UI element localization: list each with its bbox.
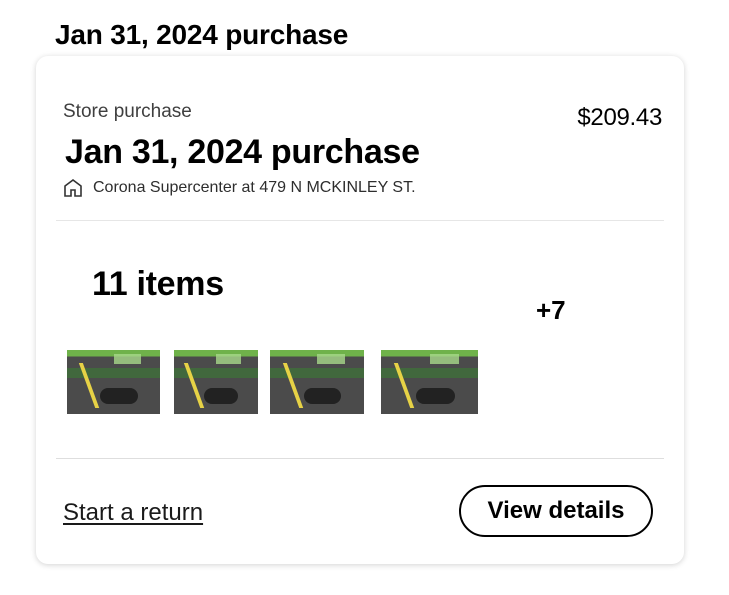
product-thumbnail[interactable] — [270, 350, 364, 414]
order-title: Jan 31, 2024 purchase — [65, 133, 420, 171]
order-total: $209.43 — [577, 104, 662, 131]
purchase-card: Store purchase $209.43 Jan 31, 2024 purc… — [36, 56, 684, 564]
start-return-link[interactable]: Start a return — [63, 498, 203, 528]
items-count: 11 items — [92, 265, 224, 303]
store-icon — [63, 178, 83, 198]
store-name: Corona Supercenter at 479 N MCKINLEY ST. — [93, 179, 416, 196]
divider — [56, 220, 664, 221]
store-location: Corona Supercenter at 479 N MCKINLEY ST. — [63, 178, 416, 198]
product-thumbnail[interactable] — [381, 350, 478, 414]
purchase-type-label: Store purchase — [63, 101, 192, 122]
product-thumbnail[interactable] — [67, 350, 160, 414]
product-thumbnail[interactable] — [174, 350, 258, 414]
more-items-badge[interactable]: +7 — [536, 294, 566, 326]
divider — [56, 458, 664, 459]
view-details-button[interactable]: View details — [459, 485, 653, 537]
page-title: Jan 31, 2024 purchase — [55, 19, 349, 50]
